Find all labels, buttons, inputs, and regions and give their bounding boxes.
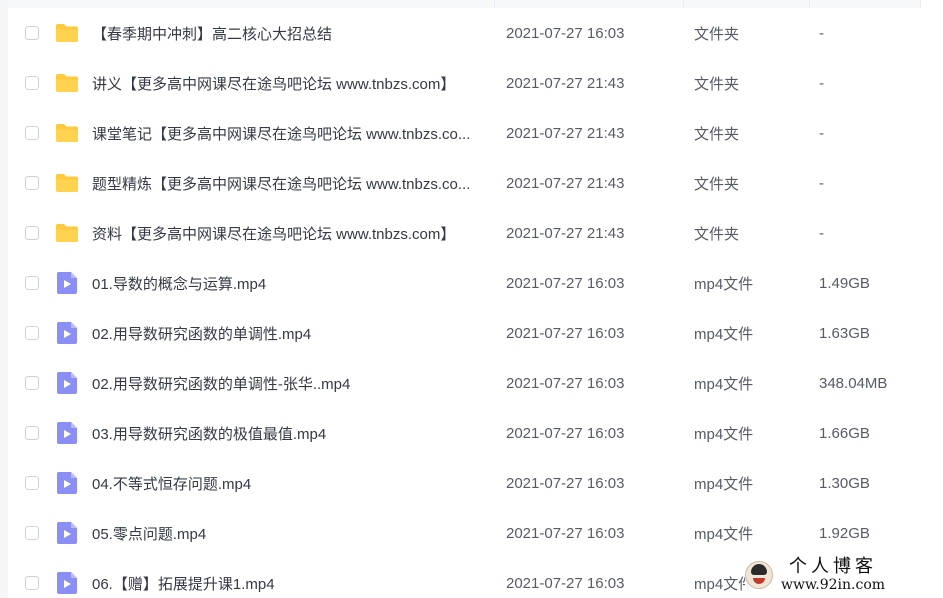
file-name[interactable]: 课堂笔记【更多高中网课尽在途鸟吧论坛 www.tnbzs.co... xyxy=(92,123,492,144)
row-checkbox[interactable] xyxy=(25,226,39,240)
file-type: 文件夹 xyxy=(694,175,740,193)
file-name[interactable]: 【春季期中冲刺】高二核心大招总结 xyxy=(92,23,492,44)
file-size: - xyxy=(819,74,824,92)
file-size: 1.30GB xyxy=(819,474,870,492)
header-size-col[interactable] xyxy=(810,0,921,8)
row-checkbox[interactable] xyxy=(25,426,39,440)
file-name[interactable]: 04.不等式恒存问题.mp4 xyxy=(92,473,492,494)
file-date: 2021-07-27 21:43 xyxy=(506,74,625,92)
folder-icon xyxy=(54,22,80,44)
file-date: 2021-07-27 16:03 xyxy=(506,24,625,42)
file-size: - xyxy=(819,124,824,142)
file-name[interactable]: 资料【更多高中网课尽在途鸟吧论坛 www.tnbzs.com】 xyxy=(92,223,492,244)
file-row[interactable]: 课堂笔记【更多高中网课尽在途鸟吧论坛 www.tnbzs.co... 2021-0… xyxy=(8,108,943,158)
row-checkbox[interactable] xyxy=(25,76,39,90)
file-date: 2021-07-27 16:03 xyxy=(506,524,625,542)
file-date: 2021-07-27 16:03 xyxy=(506,374,625,392)
file-size: 1.92GB xyxy=(819,524,870,542)
file-date: 2021-07-27 21:43 xyxy=(506,124,625,142)
file-row[interactable]: 资料【更多高中网课尽在途鸟吧论坛 www.tnbzs.com】 2021-07-2… xyxy=(8,208,943,258)
video-file-icon xyxy=(54,472,80,494)
file-name[interactable]: 题型精炼【更多高中网课尽在途鸟吧论坛 www.tnbzs.co... xyxy=(92,173,492,194)
folder-icon xyxy=(54,172,80,194)
video-file-icon xyxy=(54,572,80,594)
file-row[interactable]: 01.导数的概念与运算.mp4 2021-07-27 16:03 mp4文件 1.49… xyxy=(8,258,943,308)
video-file-icon xyxy=(54,422,80,444)
row-checkbox[interactable] xyxy=(25,326,39,340)
file-name[interactable]: 讲义【更多高中网课尽在途鸟吧论坛 www.tnbzs.com】 xyxy=(92,73,492,94)
file-size: - xyxy=(819,224,824,242)
file-date: 2021-07-27 16:03 xyxy=(506,324,625,342)
file-type: 文件夹 xyxy=(694,125,740,143)
video-file-icon xyxy=(54,372,80,394)
video-file-icon xyxy=(54,272,80,294)
watermark-avatar xyxy=(745,561,773,589)
file-row[interactable]: 04.不等式恒存问题.mp4 2021-07-27 16:03 mp4文件 1.30G… xyxy=(8,458,943,508)
file-browser: 【春季期中冲刺】高二核心大招总结 2021-07-27 16:03 文件夹 - 讲义【更… xyxy=(0,0,943,598)
file-name[interactable]: 02.用导数研究函数的单调性-张华..mp4 xyxy=(92,373,492,394)
row-checkbox[interactable] xyxy=(25,26,39,40)
file-name[interactable]: 06.【赠】拓展提升课1.mp4 xyxy=(92,573,492,594)
video-file-icon xyxy=(54,322,80,344)
file-name[interactable]: 03.用导数研究函数的极值最值.mp4 xyxy=(92,423,492,444)
column-header-strip xyxy=(8,0,943,8)
file-type: 文件夹 xyxy=(694,75,740,93)
file-type: mp4文件 xyxy=(694,425,754,443)
file-list: 【春季期中冲刺】高二核心大招总结 2021-07-27 16:03 文件夹 - 讲义【更… xyxy=(8,8,943,598)
file-type: 文件夹 xyxy=(694,225,740,243)
file-row[interactable]: 05.零点问题.mp4 2021-07-27 16:03 mp4文件 1.92GB xyxy=(8,508,943,558)
watermark: 个人博客 www.92in.com xyxy=(745,556,935,594)
watermark-title: 个人博客 xyxy=(789,556,878,577)
file-row[interactable]: 02.用导数研究函数的单调性.mp4 2021-07-27 16:03 mp4文件 1… xyxy=(8,308,943,358)
row-checkbox[interactable] xyxy=(25,526,39,540)
file-date: 2021-07-27 21:43 xyxy=(506,224,625,242)
file-row[interactable]: 题型精炼【更多高中网课尽在途鸟吧论坛 www.tnbzs.co... 2021-0… xyxy=(8,158,943,208)
folder-icon xyxy=(54,72,80,94)
file-size: - xyxy=(819,24,824,42)
file-row[interactable]: 讲义【更多高中网课尽在途鸟吧论坛 www.tnbzs.com】 2021-07-2… xyxy=(8,58,943,108)
file-date: 2021-07-27 16:03 xyxy=(506,424,625,442)
file-type: 文件夹 xyxy=(694,25,740,43)
file-name[interactable]: 05.零点问题.mp4 xyxy=(92,523,492,544)
video-file-icon xyxy=(54,522,80,544)
file-date: 2021-07-27 16:03 xyxy=(506,474,625,492)
folder-icon xyxy=(54,122,80,144)
file-size: 1.49GB xyxy=(819,274,870,292)
file-type: mp4文件 xyxy=(694,325,754,343)
watermark-url: www.92in.com xyxy=(781,577,886,593)
row-checkbox[interactable] xyxy=(25,576,39,590)
header-date-col[interactable] xyxy=(495,0,684,8)
file-type: mp4文件 xyxy=(694,525,754,543)
folder-icon xyxy=(54,222,80,244)
file-name[interactable]: 01.导数的概念与运算.mp4 xyxy=(92,273,492,294)
file-date: 2021-07-27 21:43 xyxy=(506,174,625,192)
file-type: mp4文件 xyxy=(694,475,754,493)
file-type: mp4文件 xyxy=(694,375,754,393)
file-date: 2021-07-27 16:03 xyxy=(506,274,625,292)
left-edge xyxy=(0,0,8,598)
row-checkbox[interactable] xyxy=(25,176,39,190)
header-type-col[interactable] xyxy=(684,0,810,8)
file-size: 1.66GB xyxy=(819,424,870,442)
row-checkbox[interactable] xyxy=(25,476,39,490)
row-checkbox[interactable] xyxy=(25,126,39,140)
row-checkbox[interactable] xyxy=(25,376,39,390)
row-checkbox[interactable] xyxy=(25,276,39,290)
file-row[interactable]: 03.用导数研究函数的极值最值.mp4 2021-07-27 16:03 mp4文件… xyxy=(8,408,943,458)
file-row[interactable]: 【春季期中冲刺】高二核心大招总结 2021-07-27 16:03 文件夹 - xyxy=(8,8,943,58)
file-date: 2021-07-27 16:03 xyxy=(506,574,625,592)
header-name-col[interactable] xyxy=(8,0,495,8)
file-row[interactable]: 02.用导数研究函数的单调性-张华..mp4 2021-07-27 16:03 mp… xyxy=(8,358,943,408)
file-size: 348.04MB xyxy=(819,374,888,392)
file-size: 1.63GB xyxy=(819,324,870,342)
file-size: - xyxy=(819,174,824,192)
file-type: mp4文件 xyxy=(694,275,754,293)
file-name[interactable]: 02.用导数研究函数的单调性.mp4 xyxy=(92,323,492,344)
